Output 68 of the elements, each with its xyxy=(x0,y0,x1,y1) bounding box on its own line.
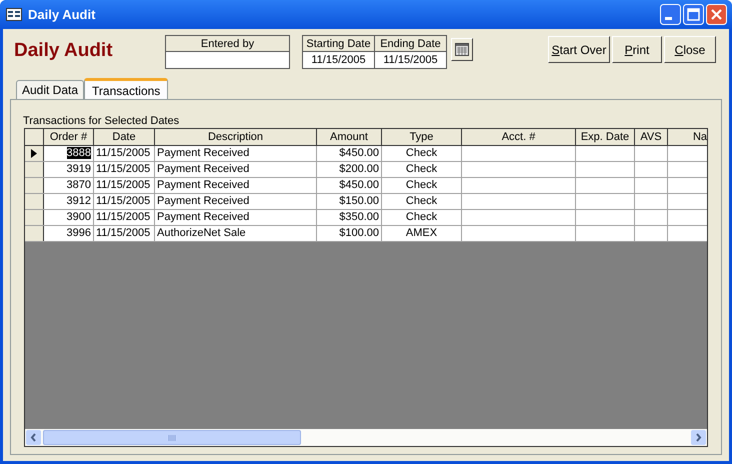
table-cell: $450.00 xyxy=(317,146,382,161)
form-title: Daily Audit xyxy=(13,39,114,63)
column-header[interactable]: Na xyxy=(668,129,707,145)
table-cell: $350.00 xyxy=(317,210,382,225)
column-header[interactable]: AVS xyxy=(635,129,668,145)
table-cell: Payment Received xyxy=(155,178,317,193)
calendar-icon xyxy=(455,43,469,56)
table-cell: $450.00 xyxy=(317,178,382,193)
scroll-right-icon[interactable] xyxy=(691,430,706,445)
table-cell: Check xyxy=(382,210,462,225)
column-header[interactable]: Amount xyxy=(317,129,382,145)
table-cell: Check xyxy=(382,146,462,161)
table-cell: 11/15/2005 xyxy=(94,226,155,241)
record-selector[interactable] xyxy=(25,194,44,209)
table-cell: 11/15/2005 xyxy=(94,194,155,209)
record-pointer-icon xyxy=(31,149,37,158)
column-header[interactable]: Type xyxy=(382,129,462,145)
table-cell: Check xyxy=(382,178,462,193)
column-header[interactable]: Order # xyxy=(44,129,94,145)
table-cell: 3870 xyxy=(44,178,94,193)
column-header[interactable]: Exp. Date xyxy=(576,129,635,145)
close-icon[interactable] xyxy=(706,4,727,25)
minimize-icon[interactable] xyxy=(660,4,681,25)
table-cell: Payment Received xyxy=(155,194,317,209)
table-cell: 11/15/2005 xyxy=(94,178,155,193)
table-cell: Payment Received xyxy=(155,210,317,225)
table-cell: AMEX xyxy=(382,226,462,241)
table-cell: Check xyxy=(382,194,462,209)
record-selector[interactable] xyxy=(25,210,44,225)
table-cell: 11/15/2005 xyxy=(94,146,155,161)
tab[interactable]: Transactions xyxy=(84,78,168,100)
grid-caption: Transactions for Selected Dates xyxy=(23,115,180,128)
table-cell: Payment Received xyxy=(155,162,317,177)
table-cell: 3996 xyxy=(44,226,94,241)
table-cell: $100.00 xyxy=(317,226,382,241)
table-cell: Payment Received xyxy=(155,146,317,161)
form-icon xyxy=(6,8,22,21)
ending-date-field[interactable]: 11/15/2005 xyxy=(375,52,446,68)
entered-by-field[interactable] xyxy=(166,52,289,68)
column-header[interactable]: Description xyxy=(155,129,317,145)
form-button[interactable]: Print xyxy=(612,36,662,63)
table-cell: 3888 xyxy=(44,146,94,161)
table-cell: 11/15/2005 xyxy=(94,162,155,177)
scroll-thumb[interactable] xyxy=(43,430,301,445)
tab[interactable]: Audit Data xyxy=(16,80,84,99)
form-button[interactable]: Start Over xyxy=(548,36,610,63)
maximize-icon[interactable] xyxy=(683,4,704,25)
horizontal-scrollbar[interactable] xyxy=(25,429,707,446)
table-cell: 11/15/2005 xyxy=(94,210,155,225)
scroll-left-icon[interactable] xyxy=(26,430,41,445)
table-cell: 3919 xyxy=(44,162,94,177)
column-header[interactable]: Acct. # xyxy=(462,129,576,145)
table-cell: Check xyxy=(382,162,462,177)
table-cell: AuthorizeNet Sale xyxy=(155,226,317,241)
record-selector[interactable] xyxy=(25,162,44,177)
calendar-button[interactable] xyxy=(451,38,473,61)
grip-icon xyxy=(168,434,176,440)
form-button[interactable]: Close xyxy=(664,36,716,63)
column-header[interactable]: Date xyxy=(94,129,155,145)
table-cell: 3912 xyxy=(44,194,94,209)
table-cell: 3900 xyxy=(44,210,94,225)
starting-date-field[interactable]: 11/15/2005 xyxy=(303,52,374,68)
table-cell: $150.00 xyxy=(317,194,382,209)
window-title: Daily Audit xyxy=(28,6,96,24)
table-cell: $200.00 xyxy=(317,162,382,177)
record-selector[interactable] xyxy=(25,178,44,193)
record-selector[interactable] xyxy=(25,146,44,161)
record-selector[interactable] xyxy=(25,226,44,241)
